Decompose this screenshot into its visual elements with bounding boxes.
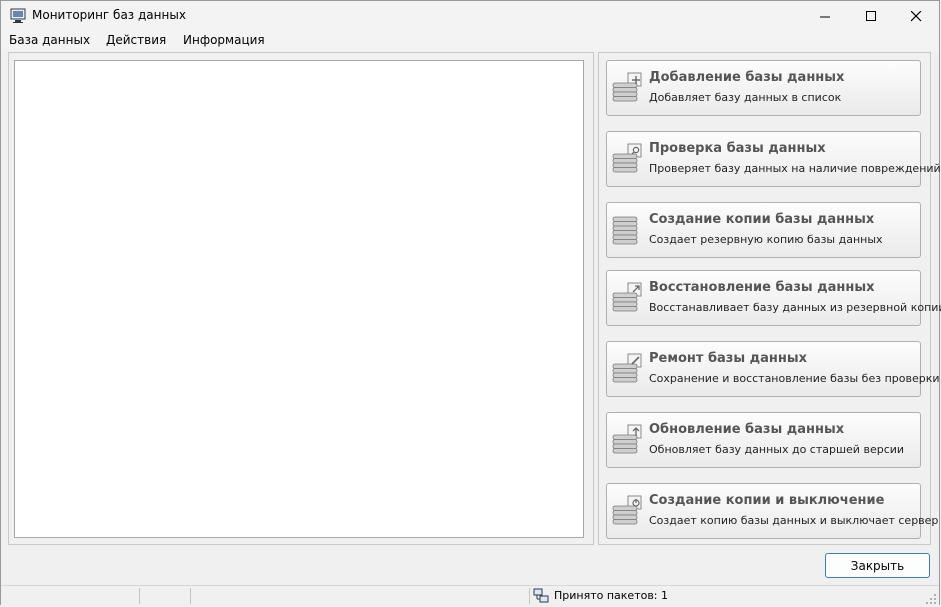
main-window: Мониторинг баз данных База данных Действ… xyxy=(0,0,941,607)
close-window-button[interactable] xyxy=(893,1,939,31)
add-database-icon xyxy=(612,72,642,102)
menu-bar: База данных Действия Информация xyxy=(1,31,939,51)
action-description: Проверяет базу данных на наличие поврежд… xyxy=(649,162,941,175)
action-title: Восстановление базы данных xyxy=(649,280,875,295)
minimize-button[interactable] xyxy=(802,1,848,31)
backup-database-icon xyxy=(612,216,638,245)
action-button[interactable]: Обновление базы данных Обновляет базу дан… xyxy=(606,412,921,468)
action-button[interactable]: Создание копии и выключение Создает копию… xyxy=(606,483,938,539)
update-database-icon xyxy=(612,424,642,454)
action-button[interactable]: Ремонт базы данных Сохранение и восстанов… xyxy=(606,341,940,397)
action-description: Обновляет базу данных до старшей версии xyxy=(649,443,905,456)
network-icon xyxy=(533,588,549,603)
resize-grip-icon[interactable] xyxy=(925,593,937,605)
monitor-app-icon xyxy=(10,8,26,23)
menu-actions[interactable]: Действия xyxy=(106,33,166,47)
minimize-icon xyxy=(819,16,830,17)
menu-database[interactable]: База данных xyxy=(9,33,90,47)
restore-database-icon xyxy=(612,282,642,312)
check-database-icon xyxy=(612,143,642,173)
backup-shutdown-icon xyxy=(612,495,642,525)
repair-database-icon xyxy=(612,353,642,383)
status-bar: Принято пакетов: 1 xyxy=(1,585,939,607)
packets-status: Принято пакетов: 1 xyxy=(554,589,669,602)
menu-info[interactable]: Информация xyxy=(183,33,265,47)
status-segment xyxy=(140,588,191,604)
maximize-icon xyxy=(865,10,876,21)
action-title: Создание копии и выключение xyxy=(649,493,885,508)
action-title: Ремонт базы данных xyxy=(649,351,808,366)
action-button[interactable]: Восстановление базы данных Восстанавливае… xyxy=(606,270,941,326)
action-description: Создает резервную копию базы данных xyxy=(649,233,883,246)
database-list-panel xyxy=(8,52,594,545)
title-bar: Мониторинг баз данных xyxy=(1,1,939,31)
action-description: Добавляет базу данных в список xyxy=(649,91,842,104)
status-segment xyxy=(191,588,530,604)
window-title: Мониторинг баз данных xyxy=(32,8,186,22)
action-title: Проверка базы данных xyxy=(649,141,826,156)
status-segment xyxy=(1,588,140,604)
actions-panel: Добавление базы данных Добавляет базу дан… xyxy=(598,52,941,545)
action-title: Добавление базы данных xyxy=(649,70,845,85)
action-description: Создает копию базы данных и выключает се… xyxy=(649,514,939,527)
close-icon xyxy=(910,10,921,21)
action-description: Сохранение и восстановление базы без про… xyxy=(649,372,940,385)
action-button[interactable]: Проверка базы данных Проверяет базу данны… xyxy=(606,131,941,187)
action-description: Восстанавливает базу данных из резервной… xyxy=(649,301,941,314)
maximize-button[interactable] xyxy=(848,1,894,31)
action-button[interactable]: Добавление базы данных Добавляет базу дан… xyxy=(606,60,921,116)
action-button[interactable]: Создание копии базы данных Создает резерв… xyxy=(606,202,921,258)
action-title: Обновление базы данных xyxy=(649,422,845,437)
close-button[interactable]: Закрыть xyxy=(825,553,930,578)
action-title: Создание копии базы данных xyxy=(649,212,875,227)
database-list[interactable] xyxy=(14,60,584,538)
